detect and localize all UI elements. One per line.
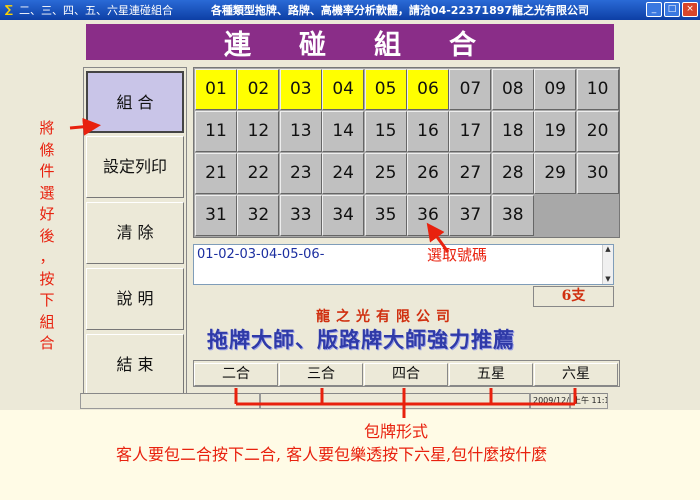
number-cell[interactable]: 28 — [491, 153, 534, 194]
number-cell[interactable]: 06 — [407, 69, 449, 110]
app-icon: ∑ — [5, 3, 13, 16]
title-bar: ∑ 二、三、四、五、六星連碰組合 各種類型拖牌、路牌、高機率分析軟體，請洽04-… — [0, 0, 700, 20]
number-cell[interactable]: 03 — [279, 69, 322, 110]
company-name: 龍之光有限公司 — [316, 309, 456, 325]
pack-type-annotation: 包牌形式 — [364, 422, 429, 441]
number-cell[interactable]: 11 — [195, 111, 237, 152]
number-cell[interactable]: 08 — [491, 69, 534, 110]
banner-char: 組 — [374, 29, 401, 61]
number-cell[interactable]: 01 — [195, 69, 237, 110]
number-cell[interactable]: 13 — [279, 111, 322, 152]
close-button[interactable]: × — [682, 2, 698, 17]
number-cell[interactable]: 33 — [279, 195, 322, 236]
status-time: 上午 11:10 — [570, 393, 608, 409]
banner-char: 合 — [449, 29, 476, 61]
number-cell[interactable]: 38 — [491, 195, 534, 236]
window-info-text: 各種類型拖牌、路牌、高機率分析軟體，請洽04-22371897龍之光有限公司 — [210, 4, 590, 17]
number-cell[interactable]: 02 — [237, 69, 280, 110]
maximize-button[interactable]: □ — [664, 2, 680, 17]
bet-five-button[interactable]: 五星 — [449, 363, 533, 386]
select-annotation: 選取號碼 — [427, 246, 488, 264]
screenshot-root: ∑ 二、三、四、五、六星連碰組合 各種類型拖牌、路牌、高機率分析軟體，請洽04-… — [0, 0, 700, 500]
number-cell[interactable]: 31 — [195, 195, 237, 236]
number-cell[interactable]: 21 — [195, 153, 237, 194]
bet-four-button[interactable]: 四合 — [364, 363, 448, 386]
number-cell[interactable]: 23 — [279, 153, 322, 194]
scroll-down-icon[interactable]: ▼ — [603, 275, 613, 284]
bet-two-button[interactable]: 二合 — [194, 363, 278, 386]
number-cell[interactable]: 26 — [407, 153, 449, 194]
number-cell[interactable]: 12 — [237, 111, 280, 152]
window-title: 二、三、四、五、六星連碰組合 — [19, 4, 173, 17]
bet-six-button[interactable]: 六星 — [534, 363, 618, 386]
number-cell[interactable]: 05 — [364, 69, 407, 110]
number-cell[interactable]: 22 — [237, 153, 280, 194]
side-annotation: 將條件選好後，按下組合 — [39, 119, 55, 352]
banner-char: 連 — [224, 29, 251, 61]
result-text: 01-02-03-04-05-06- — [197, 247, 325, 262]
number-cell[interactable]: 25 — [364, 153, 407, 194]
bet-three-button[interactable]: 三合 — [279, 363, 363, 386]
count-display: 6支 — [533, 286, 614, 307]
number-cell[interactable]: 10 — [576, 69, 619, 110]
number-cell[interactable]: 30 — [576, 153, 619, 194]
help-button[interactable]: 說 明 — [86, 268, 184, 330]
clear-button[interactable]: 清 除 — [86, 202, 184, 264]
result-textarea[interactable]: 01-02-03-04-05-06- ▲ ▼ — [193, 244, 614, 285]
slogan-text: 拖牌大師、版路牌大師強力推薦 — [207, 327, 515, 352]
status-segment — [80, 393, 260, 409]
number-cell[interactable]: 29 — [534, 153, 577, 194]
number-cell[interactable]: 04 — [322, 69, 365, 110]
minimize-button[interactable]: _ — [646, 2, 662, 17]
number-cell[interactable]: 14 — [322, 111, 365, 152]
status-date: 2009/12/19 — [530, 393, 570, 409]
bottom-annotation: 客人要包二合按下二合, 客人要包樂透按下六星,包什麼按什麼 — [116, 445, 548, 464]
number-cell[interactable]: 34 — [322, 195, 365, 236]
number-cell[interactable]: 20 — [576, 111, 619, 152]
print-settings-button[interactable]: 設定列印 — [86, 136, 184, 198]
left-menu: 組 合 設定列印 清 除 說 明 結 束 — [83, 67, 187, 402]
page-banner: 連 碰 組 合 — [86, 24, 614, 61]
number-cell[interactable]: 35 — [364, 195, 407, 236]
number-cell[interactable]: 16 — [407, 111, 449, 152]
number-cell[interactable]: 19 — [534, 111, 577, 152]
scroll-up-icon[interactable]: ▲ — [603, 245, 613, 254]
bet-type-bar: 二合 三合 四合 五星 六星 — [193, 360, 620, 387]
exit-button[interactable]: 結 束 — [86, 334, 184, 396]
number-cell[interactable]: 18 — [491, 111, 534, 152]
app-window: 連 碰 組 合 組 合 設定列印 清 除 說 明 結 束 01 02 03 04 05 0… — [0, 20, 700, 410]
number-cell[interactable]: 15 — [364, 111, 407, 152]
banner-char: 碰 — [299, 29, 326, 61]
number-cell[interactable]: 27 — [449, 153, 492, 194]
number-cell[interactable]: 07 — [449, 69, 492, 110]
status-segment — [260, 393, 530, 409]
number-grid: 01 02 03 04 05 06 07 08 09 10 11 12 13 14 15 16 17 18 19 20… — [193, 67, 620, 238]
window-controls: _ □ × — [646, 2, 698, 17]
number-cell[interactable]: 36 — [407, 195, 449, 236]
textarea-scrollbar[interactable]: ▲ ▼ — [602, 245, 613, 284]
number-cell[interactable]: 24 — [322, 153, 365, 194]
number-cell[interactable]: 17 — [449, 111, 492, 152]
number-cell[interactable]: 32 — [237, 195, 280, 236]
status-bar: 2009/12/19 上午 11:10 — [80, 393, 608, 409]
number-cell[interactable]: 37 — [449, 195, 492, 236]
number-cell[interactable]: 09 — [534, 69, 577, 110]
combine-button[interactable]: 組 合 — [86, 71, 184, 133]
